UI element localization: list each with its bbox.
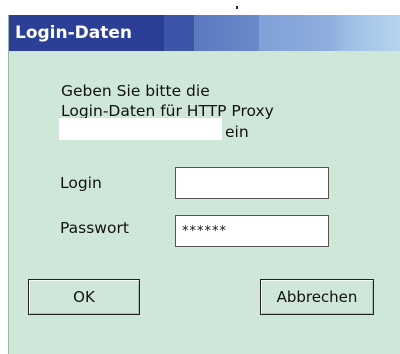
prompt-line-3: ein [225, 123, 249, 141]
prompt-line-1: Geben Sie bitte die [61, 82, 210, 100]
ok-button[interactable]: OK [28, 279, 140, 315]
blank-text-area [59, 118, 222, 140]
window-title: Login-Daten [15, 23, 133, 43]
login-input[interactable] [175, 167, 329, 199]
title-bar[interactable]: Login-Daten [9, 15, 400, 51]
password-label: Passwort [60, 219, 129, 237]
cancel-button[interactable]: Abbrechen [260, 279, 374, 315]
login-dialog: Login-Daten Geben Sie bitte die Login-Da… [8, 15, 400, 354]
password-input[interactable] [175, 215, 329, 247]
background-speck [236, 6, 238, 9]
login-label: Login [60, 174, 102, 192]
